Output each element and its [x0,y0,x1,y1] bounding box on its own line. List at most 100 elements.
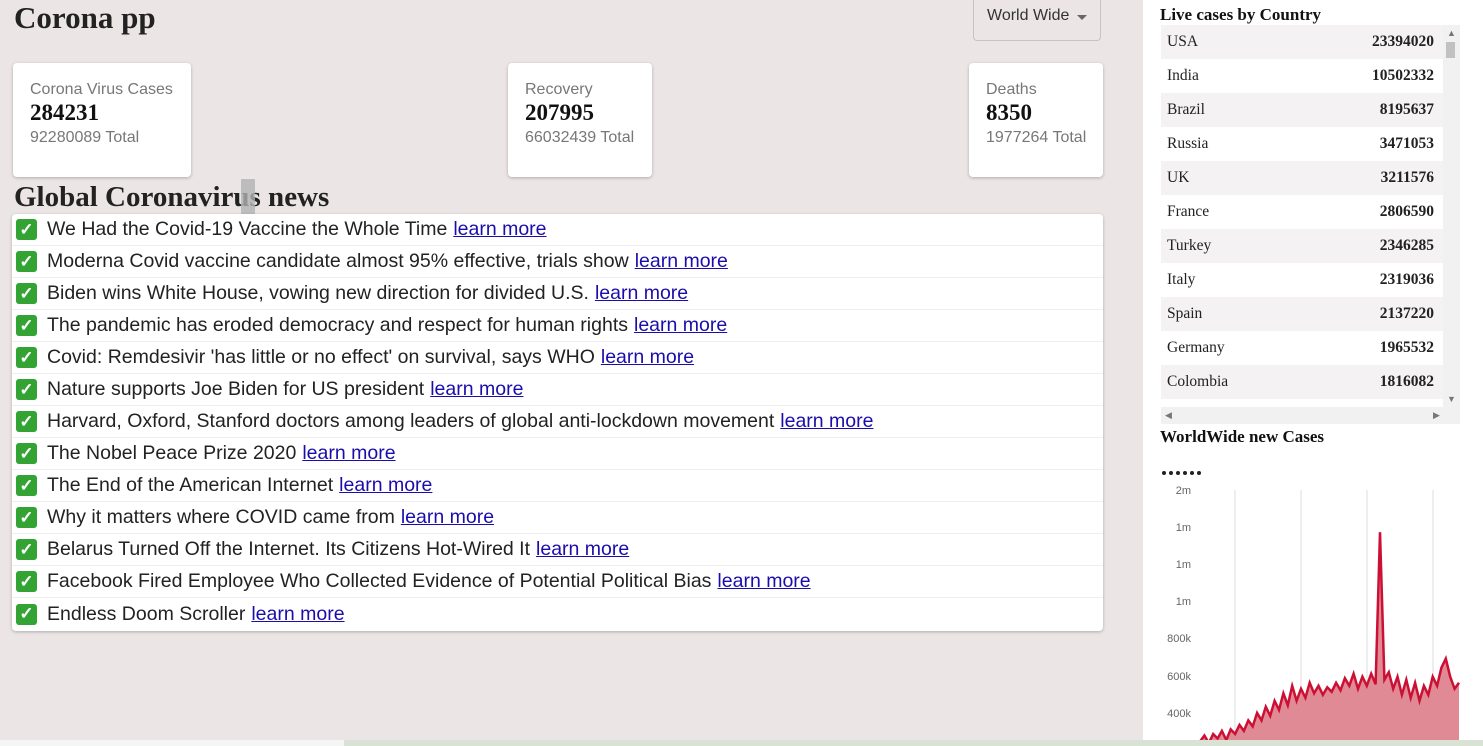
news-headline: Facebook Fired Employee Who Collected Ev… [47,570,712,592]
news-headline: Harvard, Oxford, Stanford doctors among … [47,410,775,432]
cases-card-title: Corona Virus Cases [30,81,173,98]
country-name: India [1167,67,1199,84]
news-item: ✓ Belarus Turned Off the Internet. Its Ci… [12,534,1103,566]
country-name: Brazil [1167,101,1205,118]
checkmark-icon: ✓ [16,283,37,304]
news-item: ✓ Moderna Covid vaccine candidate almost … [12,246,1103,278]
recovery-card-value: 207995 [525,100,594,125]
y-tick-label: 2m [1176,485,1191,497]
cases-card-total: 92280089 Total [30,129,140,146]
country-row[interactable]: Turkey 2346285 [1161,229,1446,263]
deaths-card[interactable]: Deaths 8350 1977264 Total [969,63,1103,177]
country-name: USA [1167,33,1199,50]
country-cases: 8195637 [1379,101,1434,118]
deaths-card-title: Deaths [986,81,1037,98]
country-cases: 3471053 [1379,135,1434,152]
checkmark-icon: ✓ [16,507,37,528]
news-item: ✓ The pandemic has eroded democracy and r… [12,310,1103,342]
learn-more-link[interactable]: learn more [635,250,728,273]
learn-more-link[interactable]: learn more [453,218,546,241]
news-headline: We Had the Covid-19 Vaccine the Whole Ti… [47,218,448,240]
checkmark-icon: ✓ [16,251,37,272]
recovery-card[interactable]: Recovery 207995 66032439 Total [508,63,652,177]
news-item: ✓ The Nobel Peace Prize 2020 learn more [12,438,1103,470]
scroll-down-icon[interactable]: ▼ [1447,394,1456,404]
live-cases-title: Live cases by Country [1160,5,1322,24]
country-cases: 1816082 [1379,373,1434,390]
news-item: ✓ The End of the American Internet learn m… [12,470,1103,502]
checkmark-icon: ✓ [16,219,37,240]
scrollbar-thumb[interactable] [1446,42,1455,58]
learn-more-link[interactable]: learn more [251,603,344,626]
country-name: Turkey [1167,237,1212,254]
learn-more-link[interactable]: learn more [601,346,694,369]
learn-more-link[interactable]: learn more [401,506,494,529]
country-cases: 23394020 [1372,33,1434,50]
checkmark-icon: ✓ [16,411,37,432]
learn-more-link[interactable]: learn more [430,378,523,401]
learn-more-link[interactable]: learn more [536,538,629,561]
y-tick-label: 400k [1167,708,1191,720]
country-name: France [1167,203,1210,220]
checkmark-icon: ✓ [16,539,37,560]
country-name: Colombia [1167,373,1229,390]
learn-more-link[interactable]: learn more [634,314,727,337]
dropdown-arrow-icon [1077,15,1087,20]
country-table[interactable]: USA 23394020 India 10502332 Brazil 8195637 Rus… [1161,25,1446,407]
country-select-value: World Wide [987,7,1070,24]
country-cases: 2806590 [1379,203,1434,220]
country-row[interactable]: Spain 2137220 [1161,297,1446,331]
news-headline: Endless Doom Scroller [47,602,246,625]
country-cases: 2319036 [1379,271,1434,288]
table-vertical-scrollbar[interactable]: ▲ ▼ [1443,25,1460,407]
y-tick-label: 600k [1167,671,1191,683]
news-headline: Biden wins White House, vowing new direc… [47,282,589,304]
chart-area [1200,532,1459,746]
deaths-card-value: 8350 [986,100,1032,125]
new-cases-chart: 2m 1m 1m 1m 800k 600k 400k [1167,485,1461,746]
news-item: ✓ Facebook Fired Employee Who Collected E… [12,566,1103,598]
country-cases: 10502332 [1372,67,1434,84]
checkmark-icon: ✓ [16,571,37,592]
country-name: UK [1167,169,1190,186]
learn-more-link[interactable]: learn more [717,570,810,593]
news-heading: Global Coronavirus news [14,181,330,213]
country-row[interactable]: USA 23394020 [1161,25,1446,59]
table-horizontal-scrollbar[interactable]: ◀ ▶ [1161,407,1460,424]
country-row[interactable]: France 2806590 [1161,195,1446,229]
news-headline: Belarus Turned Off the Internet. Its Cit… [47,538,531,560]
checkmark-icon: ✓ [16,347,37,368]
app-title: Corona pp [14,0,156,35]
learn-more-link[interactable]: learn more [780,410,873,433]
news-headline: Nature supports Joe Biden for US preside… [47,378,425,400]
country-name: Spain [1167,305,1203,322]
country-row[interactable]: India 10502332 [1161,59,1446,93]
news-item: ✓ Nature supports Joe Biden for US presid… [12,374,1103,406]
new-cases-title: WorldWide new Cases [1160,427,1325,446]
country-row[interactable]: Colombia 1816082 [1161,365,1446,399]
bottom-tab [0,740,344,746]
news-item: ✓ Harvard, Oxford, Stanford doctors among… [12,406,1103,438]
news-item: ✓ Why it matters where COVID came from lea… [12,502,1103,534]
recovery-card-total: 66032439 Total [525,129,635,146]
country-select[interactable]: World Wide [973,0,1101,41]
learn-more-link[interactable]: learn more [302,442,395,465]
y-tick-label: 1m [1176,559,1191,571]
y-tick-label: 1m [1176,522,1191,534]
country-row[interactable]: UK 3211576 [1161,161,1446,195]
country-row[interactable]: Italy 2319036 [1161,263,1446,297]
country-name: Germany [1167,339,1225,356]
country-row[interactable]: Germany 1965532 [1161,331,1446,365]
country-row[interactable]: Brazil 8195637 [1161,93,1446,127]
learn-more-link[interactable]: learn more [339,474,432,497]
checkmark-icon: ✓ [16,315,37,336]
scroll-right-icon[interactable]: ▶ [1433,410,1440,420]
learn-more-link[interactable]: learn more [595,282,688,305]
scroll-up-icon[interactable]: ▲ [1447,28,1456,38]
cases-card-value: 284231 [30,100,99,125]
country-row[interactable]: Russia 3471053 [1161,127,1446,161]
country-cases: 1965532 [1379,339,1434,356]
cases-card[interactable]: Corona Virus Cases 284231 92280089 Total [13,63,191,177]
news-item: ✓ Biden wins White House, vowing new dire… [12,278,1103,310]
scroll-left-icon[interactable]: ◀ [1165,410,1172,420]
